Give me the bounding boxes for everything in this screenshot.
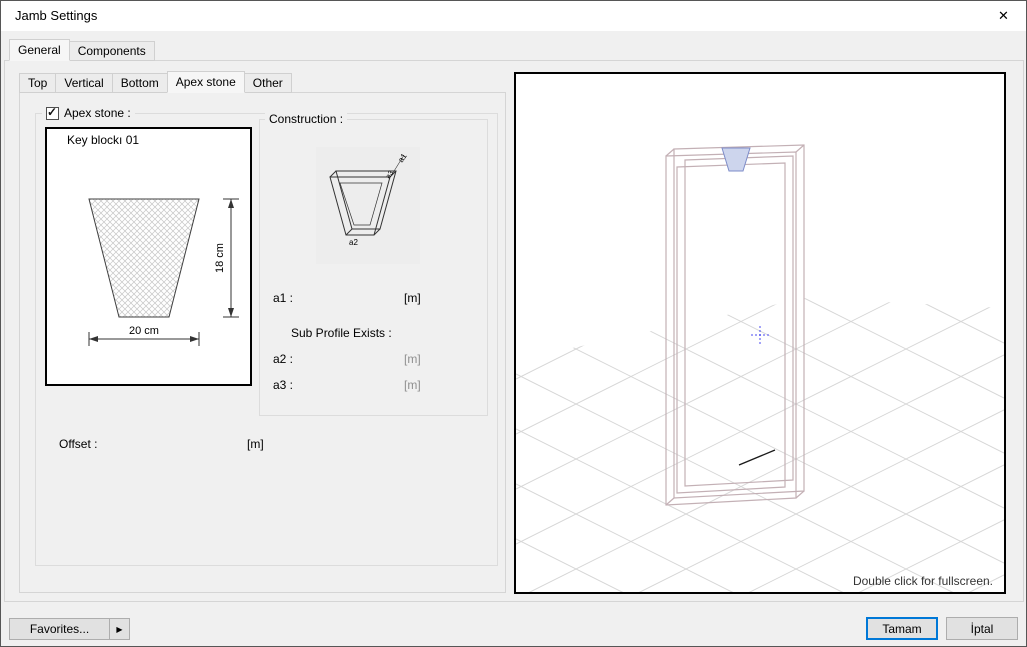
tab-general[interactable]: General <box>9 39 70 61</box>
offset-unit: [m] <box>247 437 264 451</box>
a1-unit: [m] <box>404 291 421 305</box>
dim-arrow <box>190 336 199 342</box>
dim-height-label: 18 cm <box>214 243 226 273</box>
favorites-expand-button[interactable]: ▶ <box>109 618 130 640</box>
jamb-part-tabstrip: Top Vertical Bottom Apex stone Other <box>19 73 291 93</box>
tab-vertical[interactable]: Vertical <box>55 73 112 93</box>
ok-button[interactable]: Tamam <box>866 617 938 640</box>
preview-3d-panel[interactable]: Double click for fullscreen. <box>514 72 1006 594</box>
offset-label: Offset : <box>59 437 97 451</box>
tab-other[interactable]: Other <box>244 73 292 93</box>
construction-caption: Construction : <box>265 112 347 126</box>
diagram-a2-label: a2 <box>349 238 358 247</box>
title-bar: Jamb Settings ✕ <box>1 1 1026 31</box>
floor-grid <box>516 74 1004 592</box>
jamb-settings-dialog: Jamb Settings ✕ General Components Top V… <box>0 0 1027 647</box>
profile-name: Key blockı 01 <box>67 133 139 147</box>
keystone-shape <box>89 199 199 317</box>
profile-preview-box: Key blockı 01 18 cm <box>45 127 252 386</box>
main-tabstrip: General Components <box>9 40 154 61</box>
a3-label: a3 : <box>273 378 293 392</box>
tab-bottom[interactable]: Bottom <box>112 73 168 93</box>
cancel-button[interactable]: İptal <box>946 617 1018 640</box>
close-button[interactable]: ✕ <box>981 1 1026 31</box>
a2-unit: [m] <box>404 352 421 366</box>
construction-caption-label: Construction : <box>269 112 343 126</box>
apex-stone-checkbox-label[interactable]: Apex stone : <box>64 106 131 120</box>
fullscreen-hint: Double click for fullscreen. <box>853 574 993 588</box>
dim-arrow <box>89 336 98 342</box>
tab-components[interactable]: Components <box>69 41 155 61</box>
a2-label: a2 : <box>273 352 293 366</box>
check-icon: ✓ <box>47 105 57 119</box>
favorites-button[interactable]: Favorites... <box>9 618 110 640</box>
sub-profile-label[interactable]: Sub Profile Exists : <box>291 326 392 340</box>
apex-stone-caption: ✓ Apex stone : <box>42 106 135 120</box>
preview-3d-drawing: Double click for fullscreen. <box>516 74 1004 592</box>
ground-mark <box>739 450 775 465</box>
apex-stone-checkbox[interactable]: ✓ <box>46 107 59 120</box>
construction-diagram-drawing: a1 a3 a2 <box>316 147 420 264</box>
dialog-title: Jamb Settings <box>15 1 97 31</box>
diagram-a1-label: a1 <box>396 151 409 164</box>
construction-diagram: a1 a3 a2 <box>316 147 420 264</box>
tab-top[interactable]: Top <box>19 73 56 93</box>
dim-arrow <box>228 199 234 208</box>
profile-drawing: 18 cm 20 cm <box>47 129 250 384</box>
a3-unit: [m] <box>404 378 421 392</box>
dim-arrow <box>228 308 234 317</box>
tab-apex-stone[interactable]: Apex stone <box>167 71 245 93</box>
close-icon: ✕ <box>998 8 1009 23</box>
a1-label: a1 : <box>273 291 293 305</box>
dim-width-label: 20 cm <box>129 325 159 337</box>
axis-crosshair <box>751 326 769 344</box>
apex-stone-3d <box>722 148 750 171</box>
arrow-right-icon: ▶ <box>116 625 122 634</box>
